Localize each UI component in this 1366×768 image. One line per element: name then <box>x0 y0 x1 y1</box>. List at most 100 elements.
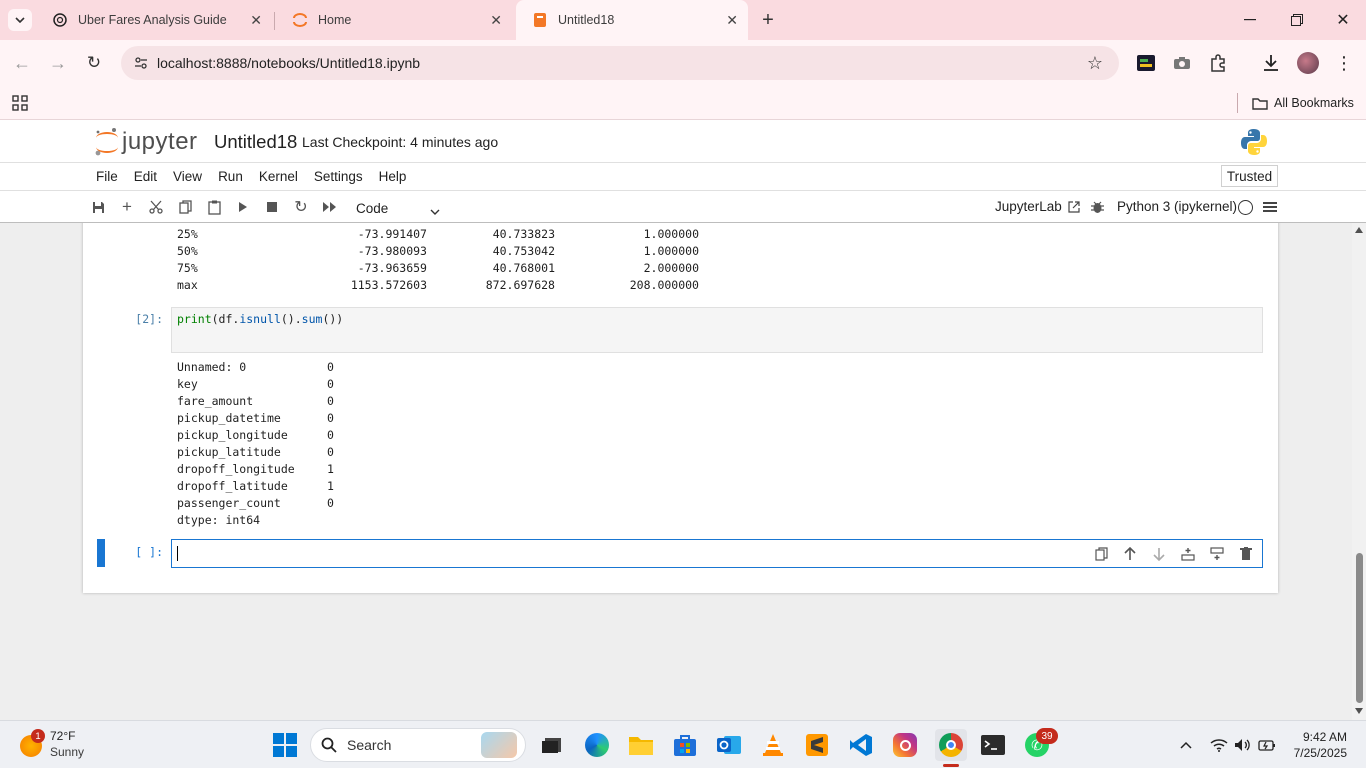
code-line: print(df.isnull().sum()) <box>177 312 344 326</box>
close-icon[interactable]: ✕ <box>490 12 502 29</box>
save-icon[interactable] <box>89 198 107 216</box>
tab-untitled18[interactable]: Untitled18 ✕ <box>516 0 748 40</box>
download-icon[interactable] <box>1261 52 1281 74</box>
back-icon[interactable]: ← <box>10 51 34 75</box>
browser-menu-icon[interactable]: ⋮ <box>1334 52 1354 74</box>
extensions-puzzle-icon[interactable] <box>1208 53 1228 73</box>
whatsapp-badge: 39 <box>1036 728 1058 744</box>
weather-temp: 72°F <box>50 729 76 743</box>
insert-below-icon[interactable] <box>1208 545 1226 563</box>
output-row: Unnamed: 00 <box>177 360 334 374</box>
cell-type-select[interactable]: Code <box>356 198 440 218</box>
clock-date[interactable]: 7/25/2025 <box>1283 746 1347 760</box>
restart-icon[interactable]: ↻ <box>292 198 310 216</box>
scroll-thumb[interactable] <box>1356 553 1363 703</box>
profile-avatar-icon[interactable] <box>1297 52 1319 74</box>
camera-icon[interactable] <box>1172 53 1192 73</box>
microsoft-store-icon[interactable] <box>671 731 699 759</box>
paste-icon[interactable] <box>205 198 223 216</box>
page-scrollbar[interactable] <box>1352 223 1366 720</box>
code-cell-input[interactable]: print(df.isnull().sum()) <box>171 307 1263 353</box>
move-up-icon[interactable] <box>1121 545 1139 563</box>
output-row: fare_amount 0 <box>177 394 334 408</box>
extension-icon[interactable] <box>1136 53 1156 73</box>
notebook-title[interactable]: Untitled18 <box>214 131 297 153</box>
delete-cell-icon[interactable] <box>1237 545 1255 563</box>
forward-icon[interactable]: → <box>46 51 70 75</box>
bookmark-star-icon[interactable]: ☆ <box>1085 53 1105 73</box>
checkpoint-status: Last Checkpoint: 4 minutes ago <box>302 134 499 150</box>
site-info-icon[interactable] <box>133 55 149 71</box>
minimize-icon[interactable] <box>1238 10 1262 30</box>
scroll-up-icon[interactable] <box>1355 227 1363 233</box>
output-row: dropoff_longitude 1 <box>177 462 334 476</box>
jupyterlab-link[interactable]: JupyterLab <box>995 199 1080 214</box>
output-row: pickup_longitude 0 <box>177 428 334 442</box>
close-icon[interactable]: ✕ <box>250 12 262 29</box>
task-view-icon[interactable] <box>538 731 566 759</box>
restart-run-all-icon[interactable] <box>321 198 339 216</box>
tab-title: Untitled18 <box>558 13 615 27</box>
edge-browser-icon[interactable] <box>583 731 611 759</box>
instagram-icon[interactable] <box>891 731 919 759</box>
menu-kernel[interactable]: Kernel <box>259 169 298 184</box>
chrome-icon[interactable] <box>935 729 967 761</box>
close-window-icon[interactable]: ✕ <box>1331 10 1355 30</box>
stop-icon[interactable] <box>263 198 281 216</box>
add-cell-icon[interactable]: + <box>118 197 136 216</box>
url-bar[interactable]: localhost:8888/notebooks/Untitled18.ipyn… <box>121 46 1119 80</box>
windows-start-icon[interactable] <box>271 731 299 759</box>
restore-icon[interactable] <box>1285 10 1309 30</box>
reload-icon[interactable]: ↻ <box>82 51 106 75</box>
all-bookmarks-button[interactable]: All Bookmarks <box>1252 93 1354 113</box>
chrome-active-indicator <box>943 764 959 767</box>
menu-edit[interactable]: Edit <box>134 169 157 184</box>
copy-icon[interactable] <box>176 198 194 216</box>
tab-title: Home <box>318 13 352 27</box>
describe-row: 25% -73.991407 40.733823 1.000000 <box>177 227 699 241</box>
scroll-down-icon[interactable] <box>1355 708 1363 714</box>
tab-home[interactable]: Home ✕ <box>276 0 512 40</box>
run-icon[interactable] <box>234 198 252 216</box>
menu-settings[interactable]: Settings <box>314 169 363 184</box>
output-row: passenger_count 0 <box>177 496 334 510</box>
clock-time[interactable]: 9:42 AM <box>1291 730 1347 744</box>
tab-uber-fares[interactable]: Uber Fares Analysis Guide ✕ <box>36 0 272 40</box>
menu-view[interactable]: View <box>173 169 202 184</box>
taskbar-search[interactable]: Search <box>310 728 526 762</box>
hamburger-menu-icon[interactable] <box>1261 198 1279 216</box>
vlc-icon[interactable] <box>759 731 787 759</box>
apps-grid-icon[interactable] <box>10 93 30 113</box>
python-logo-icon <box>1240 128 1268 156</box>
volume-icon[interactable] <box>1234 736 1252 754</box>
close-icon[interactable]: ✕ <box>726 12 738 29</box>
wifi-icon[interactable] <box>1210 736 1228 754</box>
insert-above-icon[interactable] <box>1179 545 1197 563</box>
menu-run[interactable]: Run <box>218 169 243 184</box>
battery-icon[interactable] <box>1258 736 1276 754</box>
move-down-icon[interactable] <box>1150 545 1168 563</box>
sublime-text-icon[interactable] <box>803 731 831 759</box>
new-tab-icon[interactable]: + <box>756 8 780 32</box>
kernel-name[interactable]: Python 3 (ipykernel) <box>1117 199 1237 214</box>
terminal-icon[interactable] <box>979 731 1007 759</box>
vscode-icon[interactable] <box>847 731 875 759</box>
menu-help[interactable]: Help <box>379 169 407 184</box>
cell-prompt: [ ]: <box>135 545 163 559</box>
chevron-up-icon[interactable] <box>1177 736 1195 754</box>
trusted-button[interactable]: Trusted <box>1221 165 1278 187</box>
outlook-icon[interactable] <box>715 731 743 759</box>
debugger-bug-icon[interactable] <box>1088 198 1106 216</box>
menu-file[interactable]: File <box>96 169 118 184</box>
tab-search-icon[interactable] <box>8 9 32 31</box>
weather-widget[interactable]: 1 72°F Sunny <box>18 727 118 763</box>
notebook-area[interactable]: min -3390.000000 -3114.000000 0.000000 2… <box>0 223 1366 720</box>
jupyter-tab-icon <box>292 12 308 28</box>
duplicate-cell-icon[interactable] <box>1092 545 1110 563</box>
describe-row: 50% -73.980093 40.753042 1.000000 <box>177 244 699 258</box>
output-row: key 0 <box>177 377 334 391</box>
cut-icon[interactable] <box>147 198 165 216</box>
jupyter-logo[interactable]: jupyter <box>94 127 198 157</box>
file-explorer-icon[interactable] <box>627 731 655 759</box>
code-cell-input-empty[interactable] <box>171 539 1263 568</box>
